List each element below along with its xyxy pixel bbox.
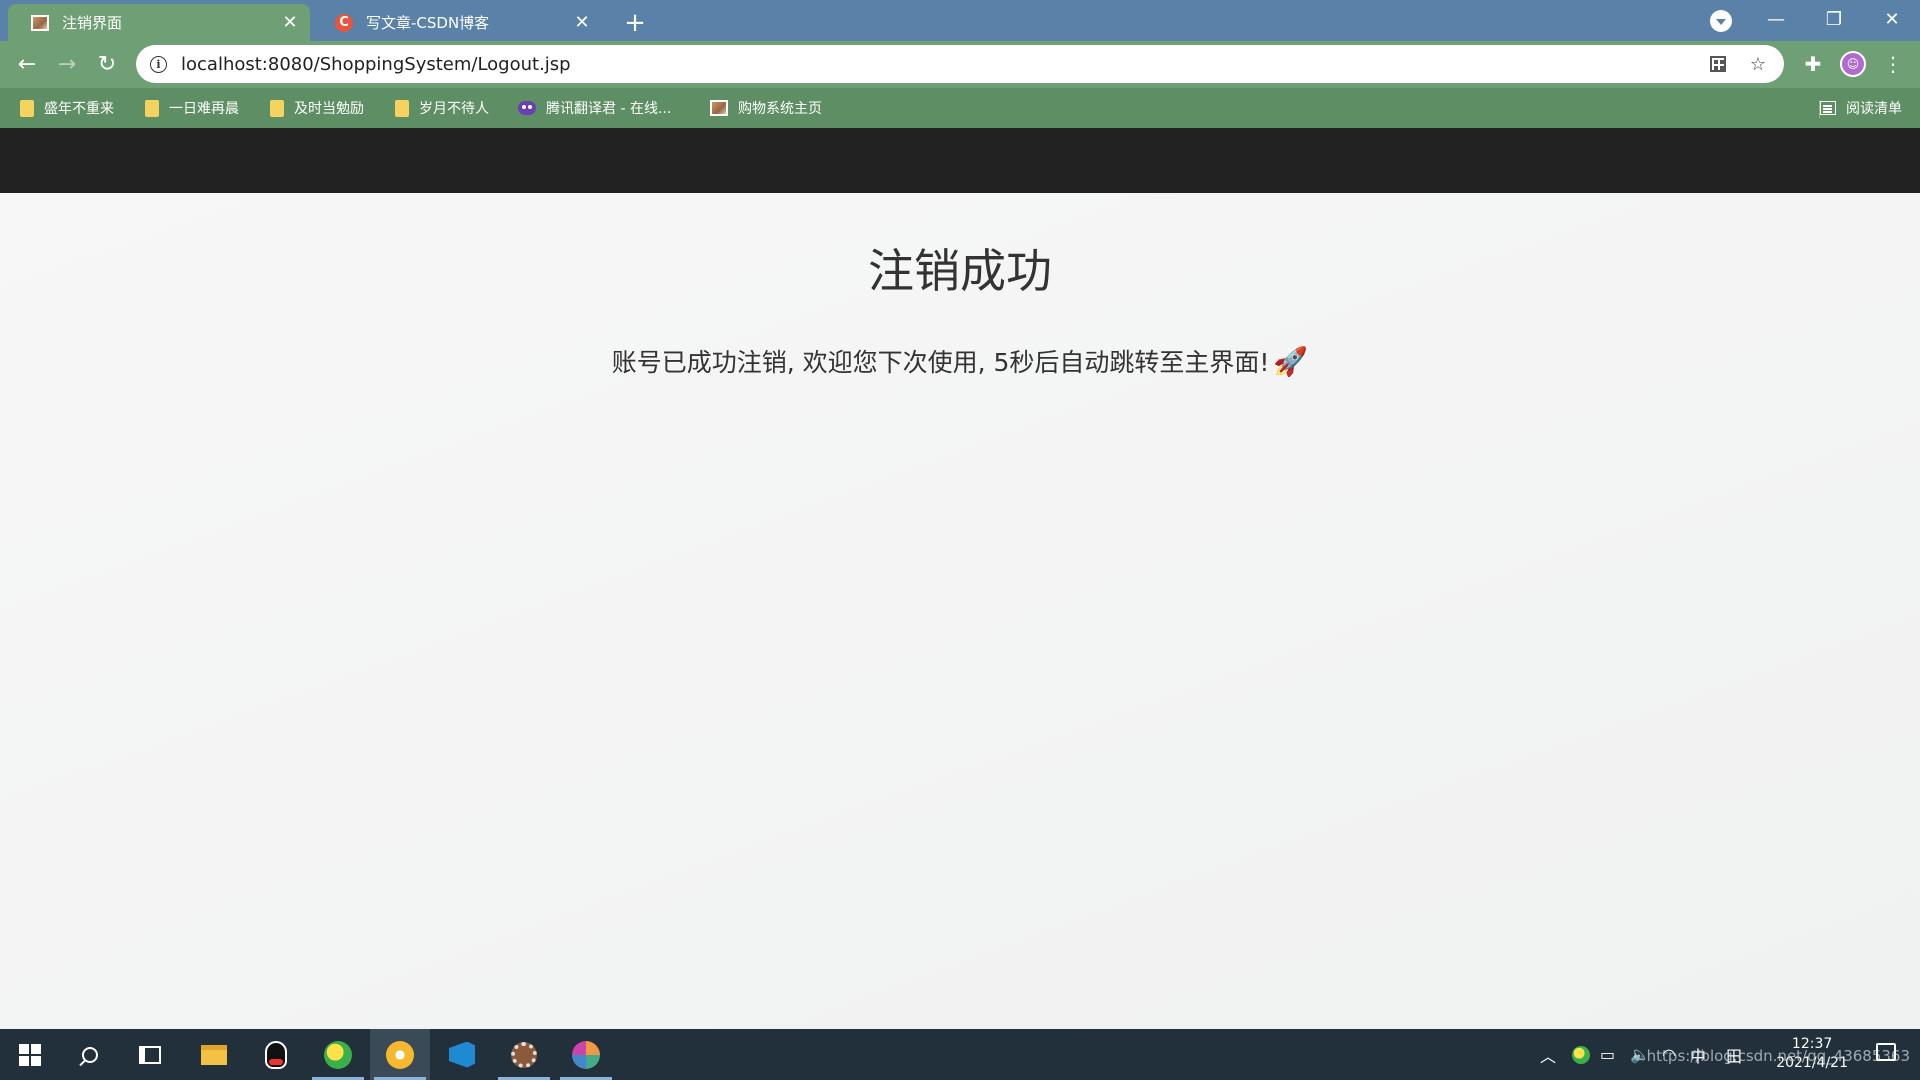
tab-csdn-write[interactable]: C 写文章-CSDN博客 ✕ (312, 4, 602, 41)
battery-icon[interactable]: ▭ (1600, 1029, 1615, 1080)
folder-icon (201, 1044, 227, 1065)
csdn-watermark: https://blog.csdn.net/qq_43685363 (1646, 1047, 1910, 1065)
close-icon[interactable]: ✕ (280, 12, 300, 33)
back-button[interactable]: ← (12, 49, 42, 79)
logout-message: 账号已成功注销, 欢迎您下次使用, 5秒后自动跳转至主界面! 🚀 (0, 343, 1920, 379)
colorful-app[interactable] (556, 1029, 616, 1080)
rocket-emoji-icon: 🚀 (1273, 345, 1309, 378)
forward-button[interactable]: → (52, 49, 82, 79)
bookmark-item[interactable]: 盛年不重来 (20, 96, 114, 120)
reading-list-label: 阅读清单 (1846, 101, 1902, 117)
music-app[interactable] (308, 1029, 368, 1080)
chrome-icon (386, 1040, 414, 1069)
url-text[interactable]: localhost:8080/ShoppingSystem/Logout.jsp (181, 54, 1704, 75)
page-content: 注销成功 账号已成功注销, 欢迎您下次使用, 5秒后自动跳转至主界面! 🚀 (0, 193, 1920, 1029)
tab-logout-page[interactable]: 注销界面 ✕ (8, 4, 310, 41)
bookmark-item[interactable]: 一日难再晨 (145, 96, 239, 120)
csdn-logo-icon: C (334, 13, 354, 33)
window-close-button[interactable]: ✕ (1864, 0, 1920, 38)
bookmarks-bar: 盛年不重来 一日难再晨 及时当勉励 岁月不待人 腾讯翻译君 - 在线... 购物… (0, 88, 1920, 128)
qq-penguin-icon (265, 1040, 287, 1069)
reading-list-button[interactable]: 阅读清单 (1820, 96, 1902, 120)
folder-icon (395, 99, 409, 117)
folder-icon (145, 99, 159, 117)
new-tab-button[interactable]: + (620, 8, 650, 38)
bookmark-label: 及时当勉励 (294, 101, 364, 117)
minimize-button[interactable]: — (1748, 0, 1804, 38)
address-bar[interactable]: i localhost:8080/ShoppingSystem/Logout.j… (136, 45, 1784, 83)
tencent-translate-icon (518, 101, 536, 115)
site-info-icon[interactable]: i (150, 55, 167, 73)
gear-icon (511, 1041, 537, 1068)
start-button[interactable] (0, 1029, 60, 1080)
image-favicon-icon (710, 100, 728, 116)
bookmark-item[interactable]: 腾讯翻译君 - 在线... (518, 96, 671, 120)
menu-kebab-icon[interactable]: ⋮ (1878, 49, 1908, 79)
task-view-button[interactable] (120, 1029, 180, 1080)
bookmark-label: 岁月不待人 (419, 101, 489, 117)
tray-overflow-chevron-icon[interactable]: ︿ (1540, 1029, 1556, 1080)
settings-app[interactable] (494, 1029, 554, 1080)
tab-search-icon[interactable] (1710, 10, 1732, 32)
bookmark-item[interactable]: 及时当勉励 (270, 96, 364, 120)
image-favicon-icon (30, 13, 50, 33)
vscode-app[interactable] (432, 1029, 492, 1080)
qq-app[interactable] (246, 1029, 306, 1080)
search-icon (82, 1046, 98, 1063)
bookmark-label: 腾讯翻译君 - 在线... (546, 101, 672, 117)
file-explorer-app[interactable] (184, 1029, 244, 1080)
restore-button[interactable]: ❐ (1806, 0, 1862, 38)
folder-icon (20, 99, 34, 117)
bookmark-star-icon[interactable]: ☆ (1744, 50, 1772, 78)
search-button[interactable] (60, 1029, 120, 1080)
tab-title: 写文章-CSDN博客 (366, 14, 490, 32)
bookmark-label: 购物系统主页 (738, 101, 822, 117)
reload-button[interactable]: ↻ (92, 49, 122, 79)
notification-center-icon[interactable] (1876, 1043, 1896, 1061)
page-title: 注销成功 (868, 244, 1052, 298)
task-view-icon (139, 1045, 161, 1064)
folder-icon (270, 99, 284, 117)
tab-title: 注销界面 (62, 14, 123, 32)
bookmark-item[interactable]: 岁月不待人 (395, 96, 489, 120)
qr-code-icon[interactable] (1704, 50, 1732, 78)
profile-avatar[interactable]: ☺ (1838, 49, 1868, 79)
windows-logo-icon (19, 1043, 41, 1066)
browser-tab-strip: 注销界面 ✕ C 写文章-CSDN博客 ✕ + — ❐ ✕ (0, 0, 1920, 41)
bookmark-label: 一日难再晨 (169, 101, 239, 117)
bookmark-item[interactable]: 购物系统主页 (710, 96, 822, 120)
tray-app-icon[interactable] (1572, 1029, 1590, 1080)
site-navbar (0, 128, 1920, 193)
browser-toolbar: ← → ↻ i localhost:8080/ShoppingSystem/Lo… (0, 41, 1920, 88)
vscode-icon (449, 1041, 475, 1068)
logout-message-text: 账号已成功注销, 欢迎您下次使用, 5秒后自动跳转至主界面! (611, 348, 1270, 377)
music-app-icon (324, 1040, 352, 1069)
reading-list-icon (1820, 101, 1836, 115)
close-icon[interactable]: ✕ (572, 12, 592, 33)
bookmark-label: 盛年不重来 (44, 101, 114, 117)
windows-taskbar: ︿ ▭ 🔈 ◠ 中 田 12:37 2021/4/21 https://blog… (0, 1029, 1920, 1080)
extensions-puzzle-icon[interactable]: ✚ (1798, 49, 1828, 79)
app-icon (572, 1040, 600, 1069)
chrome-app[interactable] (370, 1029, 430, 1080)
